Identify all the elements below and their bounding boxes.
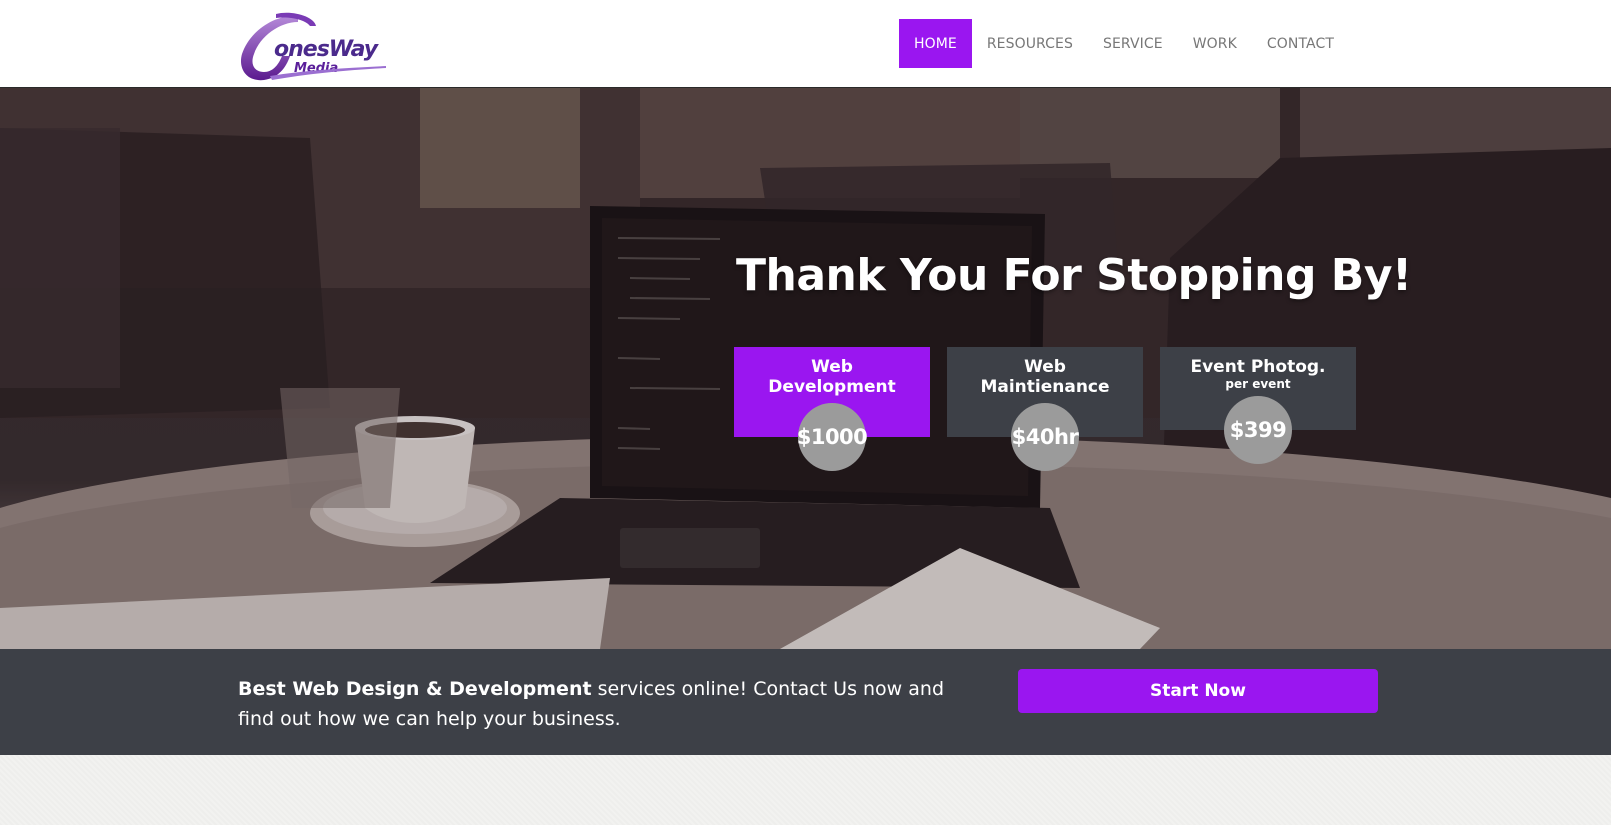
pricing-card-event-photography[interactable]: Event Photog. per event $399	[1160, 347, 1356, 464]
nav-item-home[interactable]: HOME	[898, 19, 972, 68]
nav-item-service[interactable]: SERVICE	[1088, 19, 1178, 68]
price-badge: $399	[1224, 396, 1292, 464]
cta-bold-text: Best Web Design & Development	[238, 678, 592, 700]
price-badge: $40hr	[1011, 403, 1079, 471]
pricing-card-web-development[interactable]: Web Development $1000	[734, 347, 930, 471]
pricing-card-title-line1: Web	[811, 357, 853, 377]
main-nav: HOME RESOURCES SERVICE WORK CONTACT	[898, 19, 1349, 68]
pricing-card-title-line2: Maintienance	[980, 377, 1110, 397]
nav-item-resources[interactable]: RESOURCES	[972, 19, 1088, 68]
nav-item-work[interactable]: WORK	[1178, 19, 1252, 68]
cta-text: Best Web Design & Development services o…	[238, 674, 978, 734]
logo-wordmark: onesWay	[274, 37, 380, 62]
pricing-card-subtitle: per event	[1225, 377, 1291, 391]
pricing-card-title-line1: Web	[1024, 357, 1066, 377]
site-header: onesWay Media HOME RESOURCES SERVICE WOR…	[0, 0, 1611, 88]
pricing-card-title-line2: Development	[768, 377, 896, 397]
jonesway-media-logo[interactable]: onesWay Media	[236, 12, 390, 84]
hero-title: Thank You For Stopping By!	[736, 250, 1412, 301]
nav-item-contact[interactable]: CONTACT	[1252, 19, 1349, 68]
hero-section: Thank You For Stopping By! Web Developme…	[0, 88, 1611, 649]
cta-bar: Best Web Design & Development services o…	[0, 649, 1611, 755]
pricing-card-web-maintenance[interactable]: Web Maintienance $40hr	[947, 347, 1143, 471]
start-now-button[interactable]: Start Now	[1018, 669, 1378, 713]
pricing-card-title-line1: Event Photog.	[1190, 357, 1326, 377]
price-badge: $1000	[797, 403, 868, 471]
content-section	[0, 755, 1611, 825]
logo-graphic: onesWay Media	[240, 12, 386, 81]
